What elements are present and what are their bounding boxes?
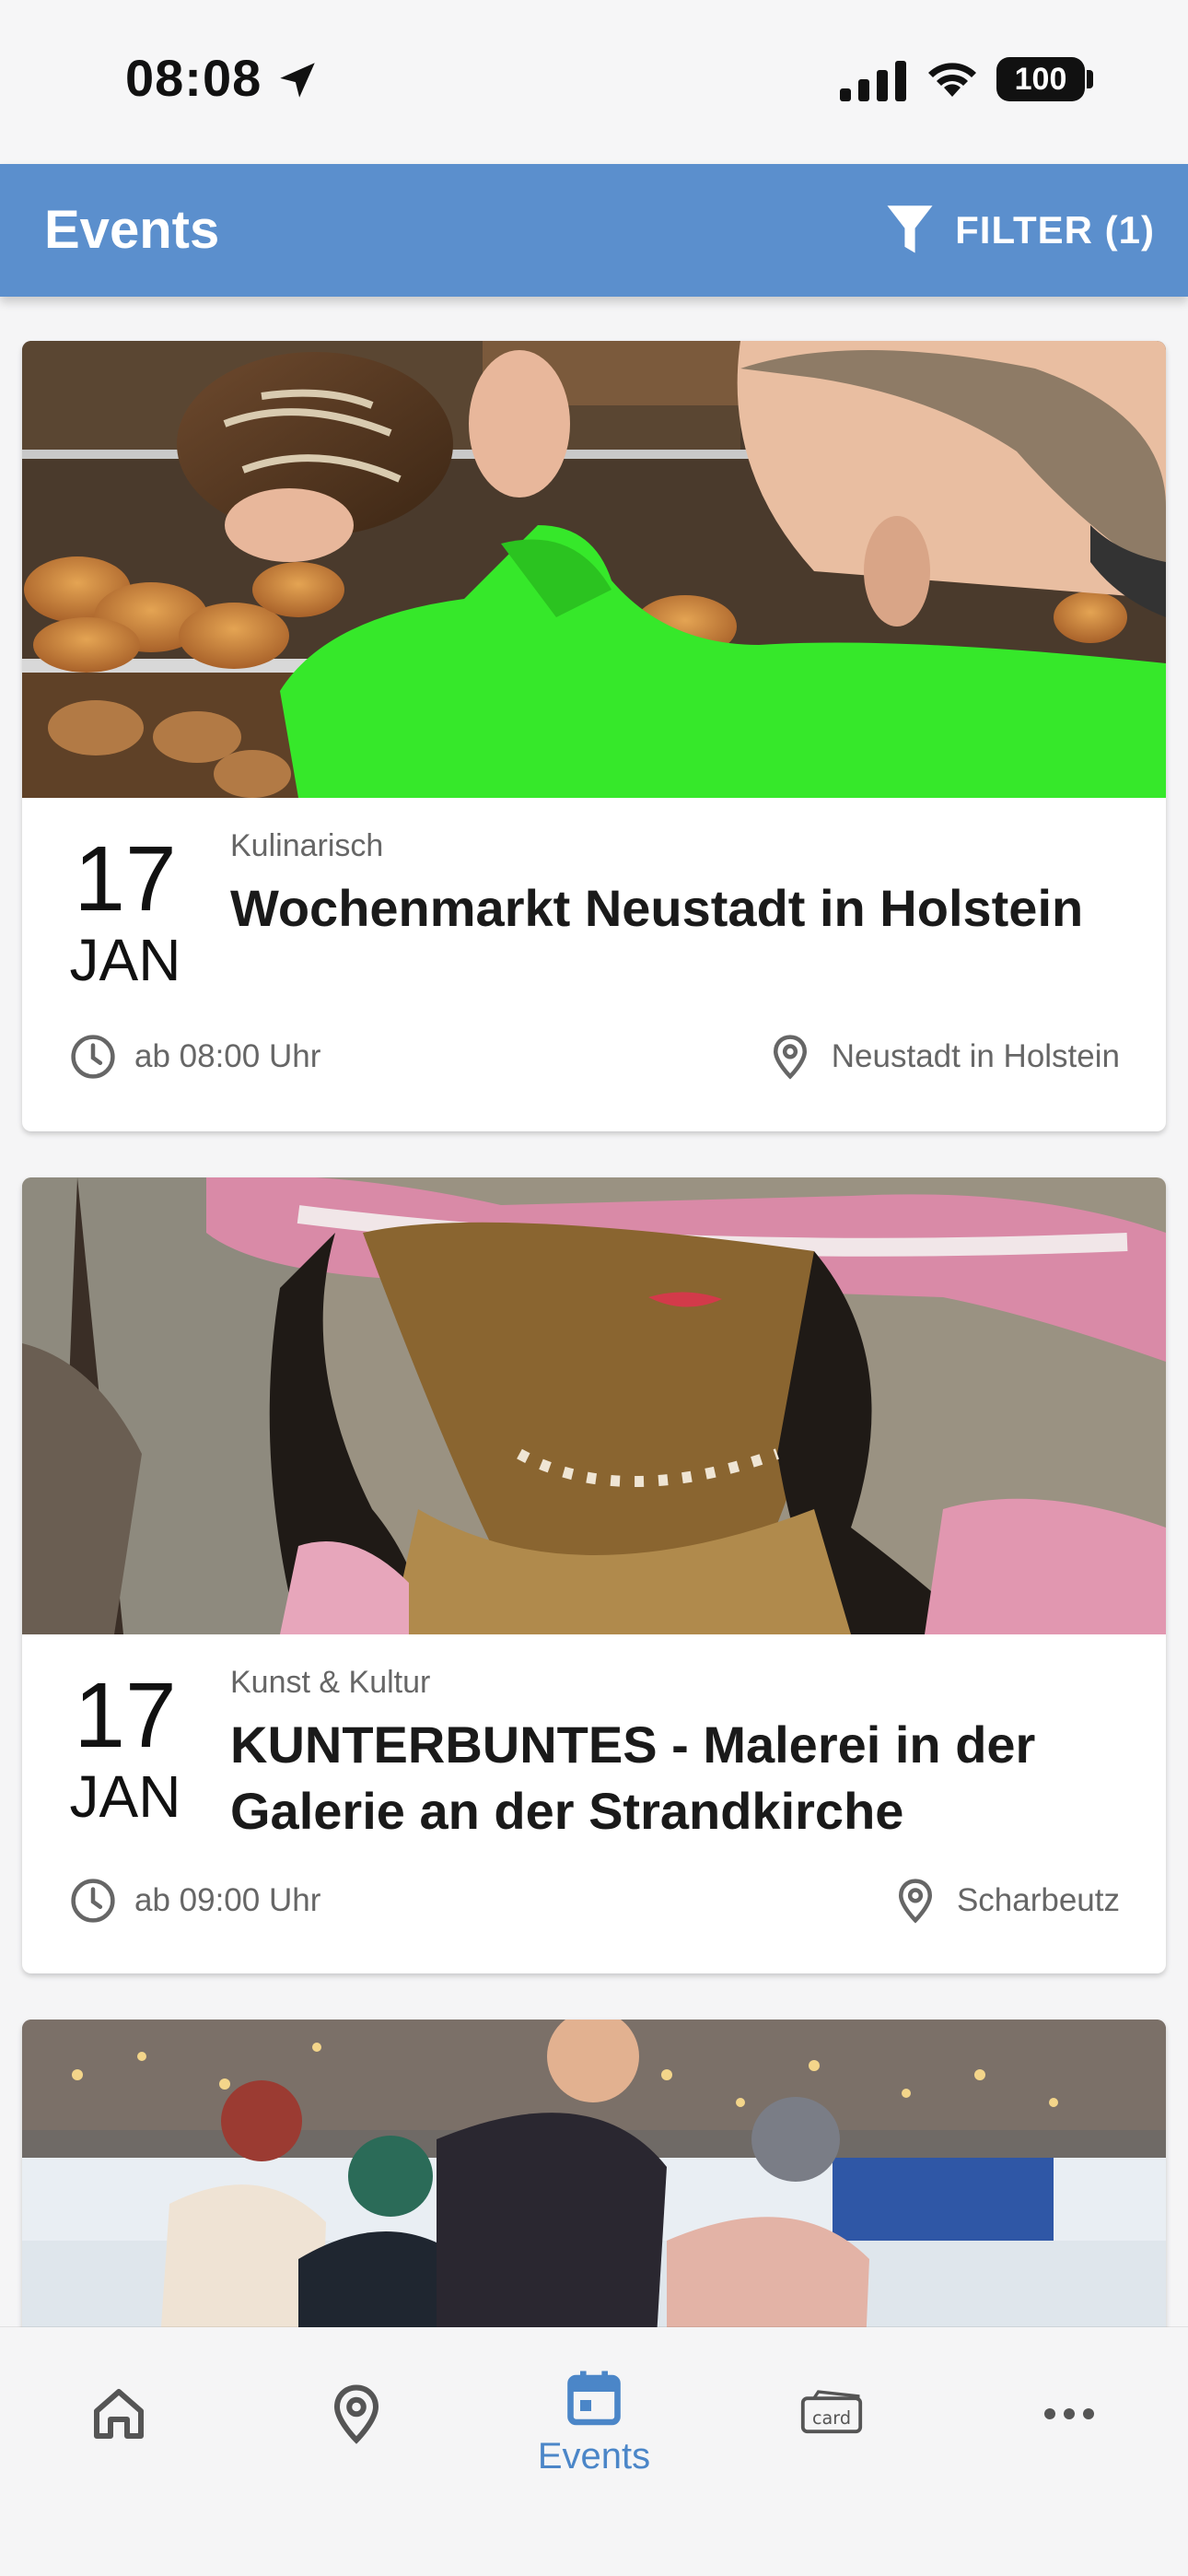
bottom-navigation: Events card (0, 2327, 1188, 2576)
event-time: ab 08:00 Uhr (68, 1032, 320, 1082)
event-day: 17 (74, 827, 177, 931)
nav-events-label: Events (537, 2436, 651, 2476)
map-pin-icon (898, 1879, 932, 1924)
cellular-signal-icon (840, 61, 906, 101)
clock-icon (71, 1879, 115, 1923)
event-title: Wochenmarkt Neustadt in Holstein (230, 879, 1084, 937)
event-month: JAN (69, 927, 181, 993)
wifi-icon (928, 63, 976, 97)
event-card[interactable]: 17 JAN Kulinarisch Wochenmarkt Neustadt … (22, 341, 1166, 1131)
event-card[interactable]: 17 JAN Kunst & Kultur KUNTERBUNTES - Mal… (22, 1177, 1166, 1973)
event-time: ab 09:00 Uhr (68, 1876, 320, 1926)
event-image-painting (22, 1177, 1166, 1634)
event-location-text: Neustadt in Holstein (831, 1038, 1120, 1074)
card-icon: card (800, 2390, 863, 2434)
event-category: Kulinarisch (230, 828, 384, 863)
nav-home[interactable] (41, 2364, 197, 2502)
map-pin-icon (333, 2384, 379, 2444)
map-pin-icon (773, 1035, 807, 1080)
event-image-bakery (22, 341, 1166, 798)
filter-label: FILTER (1) (955, 208, 1155, 252)
filter-icon (887, 205, 933, 253)
event-location: Neustadt in Holstein (765, 1032, 1120, 1082)
event-title: KUNTERBUNTES - Malerei in der Galerie an… (230, 1715, 1036, 1840)
battery-level: 100 (1014, 61, 1067, 97)
clock-icon (71, 1035, 115, 1079)
page-title: Events (44, 200, 220, 260)
event-category: Kunst & Kultur (230, 1665, 431, 1700)
battery-icon: 100 (996, 57, 1085, 101)
event-day: 17 (74, 1664, 177, 1767)
event-location: Scharbeutz (891, 1876, 1120, 1926)
location-arrow-icon (280, 63, 315, 98)
app-bar: Events FILTER (1) (0, 164, 1188, 297)
nav-more[interactable] (991, 2364, 1147, 2502)
status-time: 08:08 (125, 49, 262, 107)
app-screen: 08:08 100 Events FILTER (1) 17 JAN Kulin… (0, 0, 1188, 2576)
calendar-icon (567, 2371, 621, 2426)
status-bar: 08:08 100 (0, 0, 1188, 164)
event-time-text: ab 08:00 Uhr (134, 1038, 321, 1074)
event-location-text: Scharbeutz (956, 1882, 1120, 1918)
nav-card[interactable]: card (753, 2364, 910, 2502)
card-icon-text: card (812, 2407, 851, 2429)
event-time-text: ab 09:00 Uhr (134, 1882, 321, 1918)
battery-tip (1087, 70, 1093, 88)
home-icon (94, 2389, 144, 2439)
filter-button[interactable]: FILTER (1) (885, 197, 1155, 263)
more-dots-icon (1044, 2408, 1094, 2419)
nav-map[interactable] (278, 2364, 435, 2502)
nav-events[interactable]: Events (516, 2364, 672, 2502)
event-month: JAN (69, 1763, 181, 1830)
